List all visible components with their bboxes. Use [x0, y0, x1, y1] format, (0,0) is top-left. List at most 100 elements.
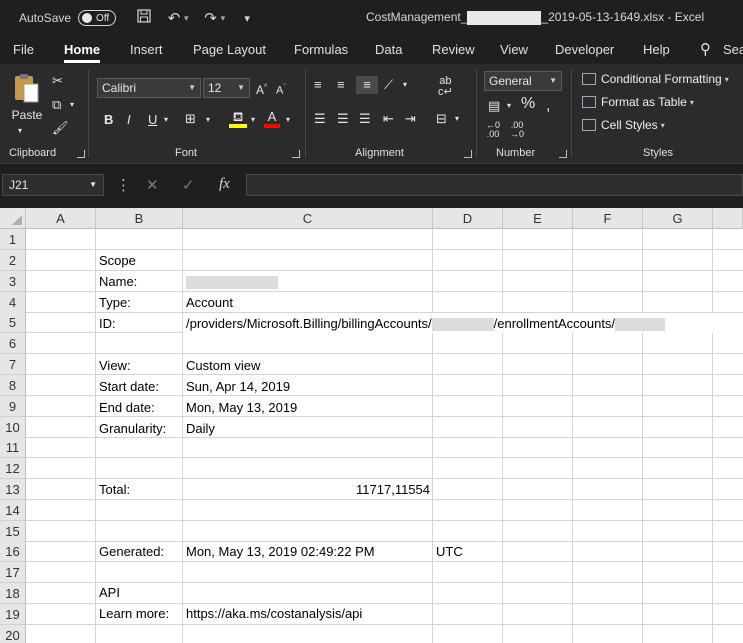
tab-developer[interactable]: Developer	[555, 42, 614, 57]
cell-c10[interactable]: Daily	[183, 418, 215, 439]
decrease-decimal-icon[interactable]: .00 →0	[510, 121, 524, 139]
row-header-7[interactable]: 7	[0, 354, 26, 375]
font-color-icon[interactable]: A	[264, 108, 280, 128]
tab-insert[interactable]: Insert	[130, 42, 163, 57]
copy-dropdown-icon[interactable]: ▾	[70, 96, 74, 114]
tab-view[interactable]: View	[500, 42, 528, 57]
tab-home[interactable]: Home	[64, 42, 101, 63]
undo-icon[interactable]: ↶	[166, 9, 182, 27]
cell-b4[interactable]: Type:	[96, 292, 131, 313]
tab-review[interactable]: Review	[432, 42, 475, 57]
conditional-formatting-button[interactable]: Conditional Formatting ▾	[582, 72, 729, 86]
format-as-table-button[interactable]: Format as Table ▾	[582, 95, 694, 109]
cell-b19[interactable]: Learn more:	[96, 603, 169, 624]
cell-styles-button[interactable]: Cell Styles ▾	[582, 118, 665, 132]
accounting-icon[interactable]: ▤	[488, 97, 500, 115]
increase-font-icon[interactable]: A^	[256, 79, 267, 99]
cell-d16[interactable]: UTC	[433, 541, 463, 562]
row-header-16[interactable]: 16	[0, 541, 26, 562]
cell-b5[interactable]: ID:	[96, 313, 116, 334]
align-top-icon[interactable]: ≡	[314, 76, 322, 94]
font-launcher-icon[interactable]	[292, 150, 300, 158]
customize-toolbar-icon[interactable]: ▾	[239, 12, 255, 25]
cell-b7[interactable]: View:	[96, 355, 131, 376]
borders-icon[interactable]: ⊞	[185, 110, 196, 128]
row-header-11[interactable]: 11	[0, 437, 26, 458]
cell-b10[interactable]: Granularity:	[96, 418, 166, 439]
tab-search[interactable]: Sea	[723, 42, 743, 57]
alignment-launcher-icon[interactable]	[464, 150, 472, 158]
cell-b13[interactable]: Total:	[96, 479, 130, 500]
align-bottom-icon[interactable]: ≡	[356, 76, 378, 94]
row-header-13[interactable]: 13	[0, 479, 26, 500]
column-header-a[interactable]: A	[26, 208, 96, 229]
number-format-dropdown[interactable]: General ▼	[484, 71, 562, 91]
autosave-toggle[interactable]: Off	[78, 10, 117, 26]
underline-button[interactable]: U	[148, 111, 157, 129]
search-icon[interactable]: ⚲	[700, 40, 711, 58]
row-header-20[interactable]: 20	[0, 625, 26, 643]
cell-c5[interactable]: /providers/Microsoft.Billing/billingAcco…	[183, 313, 743, 333]
column-header-g[interactable]: G	[643, 208, 713, 229]
tab-data[interactable]: Data	[375, 42, 402, 57]
worksheet-grid[interactable]: A B C D E F G 1 2 3 4 5 6 7 8 9 10 11 12 13 14 15 16 17 1…	[0, 208, 743, 643]
cell-c4[interactable]: Account	[183, 292, 233, 313]
font-name-dropdown[interactable]: Calibri ▼	[97, 78, 201, 98]
row-header-17[interactable]: 17	[0, 562, 26, 583]
row-header-14[interactable]: 14	[0, 500, 26, 521]
row-header-5[interactable]: 5	[0, 312, 26, 333]
merge-dropdown-icon[interactable]: ▾	[455, 110, 459, 128]
align-center-icon[interactable]: ☰	[337, 110, 349, 128]
format-painter-icon[interactable]: 🖌	[52, 119, 69, 137]
name-box[interactable]: J21 ▼	[2, 174, 104, 196]
decrease-indent-icon[interactable]: ⇤	[383, 110, 394, 128]
italic-button[interactable]: I	[127, 111, 131, 129]
orientation-dropdown-icon[interactable]: ▾	[403, 76, 407, 94]
cell-b3[interactable]: Name:	[96, 271, 137, 292]
merge-center-icon[interactable]: ⊟	[436, 110, 447, 128]
cell-b2[interactable]: Scope	[96, 250, 136, 271]
column-header-d[interactable]: D	[433, 208, 503, 229]
decrease-font-icon[interactable]: Aˇ	[276, 79, 286, 100]
row-header-4[interactable]: 4	[0, 292, 26, 313]
enter-icon[interactable]: ✓	[182, 176, 195, 194]
column-header-e[interactable]: E	[503, 208, 573, 229]
copy-icon[interactable]: ⧉	[52, 96, 61, 114]
undo-dropdown-icon[interactable]: ▾	[184, 13, 189, 24]
row-header-10[interactable]: 10	[0, 417, 26, 438]
align-right-icon[interactable]: ☰	[359, 110, 371, 128]
row-header-18[interactable]: 18	[0, 583, 26, 604]
accounting-dropdown-icon[interactable]: ▾	[507, 97, 511, 115]
more-options-icon[interactable]: ⋮	[116, 176, 131, 194]
clipboard-launcher-icon[interactable]	[77, 150, 85, 158]
wrap-text-icon[interactable]: ab c↵	[438, 76, 453, 98]
row-header-6[interactable]: 6	[0, 333, 26, 354]
column-header-f[interactable]: F	[573, 208, 643, 229]
cell-c7[interactable]: Custom view	[183, 355, 260, 376]
column-header-c[interactable]: C	[183, 208, 433, 229]
column-header-h[interactable]	[713, 208, 743, 229]
save-icon[interactable]	[136, 9, 152, 27]
tab-formulas[interactable]: Formulas	[294, 42, 348, 57]
borders-dropdown-icon[interactable]: ▾	[206, 111, 210, 129]
select-all-button[interactable]	[0, 208, 26, 229]
font-size-dropdown[interactable]: 12 ▼	[203, 78, 250, 98]
cell-c8[interactable]: Sun, Apr 14, 2019	[183, 376, 290, 397]
fill-color-dropdown-icon[interactable]: ▾	[251, 111, 255, 129]
formula-input[interactable]	[246, 174, 743, 196]
percent-icon[interactable]: %	[521, 95, 535, 113]
font-color-dropdown-icon[interactable]: ▾	[286, 111, 290, 129]
paste-button[interactable]: Paste	[10, 106, 44, 124]
cell-c19[interactable]: https://aka.ms/costanalysis/api	[183, 603, 362, 624]
cell-b8[interactable]: Start date:	[96, 376, 159, 397]
cell-c13[interactable]: 11717,11554	[183, 479, 433, 500]
cell-b16[interactable]: Generated:	[96, 541, 164, 562]
number-launcher-icon[interactable]	[559, 150, 567, 158]
row-header-3[interactable]: 3	[0, 271, 26, 292]
fill-color-icon[interactable]: ⛾	[229, 108, 247, 128]
tab-page-layout[interactable]: Page Layout	[193, 42, 266, 57]
paste-icon[interactable]	[11, 72, 41, 106]
row-header-8[interactable]: 8	[0, 375, 26, 396]
increase-indent-icon[interactable]: ⇥	[405, 110, 416, 128]
row-header-1[interactable]: 1	[0, 229, 26, 250]
